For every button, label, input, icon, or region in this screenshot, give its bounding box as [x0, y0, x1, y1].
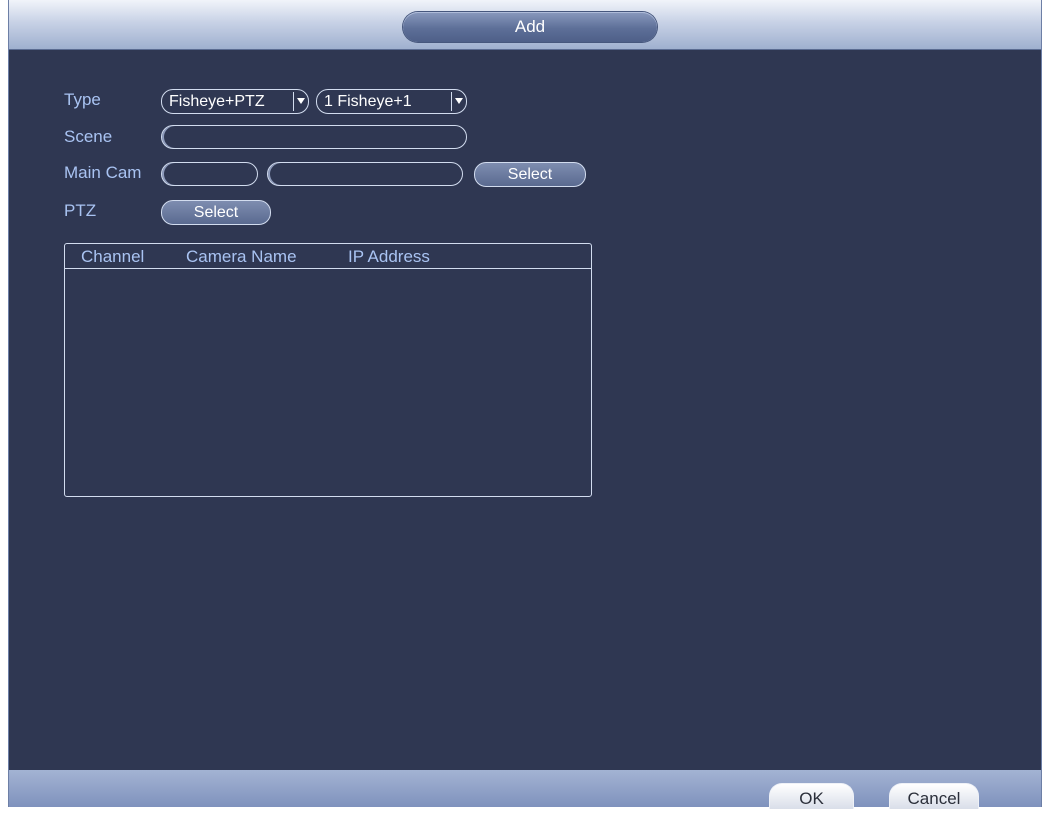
channel-list[interactable]: Channel Camera Name IP Address	[64, 243, 592, 497]
scene-label: Scene	[64, 127, 113, 146]
type-label: Type	[64, 90, 101, 109]
ptz-label: PTZ	[64, 201, 97, 220]
title-bar: Add	[9, 0, 1041, 50]
main-cam-select-button[interactable]: Select	[474, 162, 586, 187]
main-cam-channel-input[interactable]	[161, 162, 258, 186]
type-dropdown-value: Fisheye+PTZ	[169, 93, 265, 110]
main-cam-label: Main Cam	[64, 163, 142, 182]
mode-dropdown-value: 1 Fisheye+1	[324, 93, 412, 110]
column-header-camera-name[interactable]: Camera Name	[186, 247, 297, 267]
type-dropdown-separator	[293, 92, 294, 111]
cancel-button[interactable]: Cancel	[889, 783, 979, 809]
column-header-channel[interactable]: Channel	[81, 247, 144, 267]
chevron-down-icon	[455, 98, 463, 104]
ptz-select-button[interactable]: Select	[161, 200, 271, 225]
mode-dropdown[interactable]: 1 Fisheye+1	[316, 89, 467, 114]
mode-dropdown-separator	[451, 92, 452, 111]
channel-list-header: Channel Camera Name IP Address	[65, 244, 591, 269]
ok-button[interactable]: OK	[769, 783, 854, 809]
scene-input[interactable]	[161, 125, 467, 149]
add-dialog: Add Type Fisheye+PTZ 1 Fisheye+1 Scene M…	[8, 0, 1042, 809]
main-cam-name-input[interactable]	[267, 162, 463, 186]
column-header-ip-address[interactable]: IP Address	[348, 247, 430, 267]
button-bar: OK Cancel	[9, 770, 1041, 809]
chevron-down-icon	[297, 98, 305, 104]
dialog-title: Add	[403, 12, 657, 42]
type-dropdown[interactable]: Fisheye+PTZ	[161, 89, 309, 114]
